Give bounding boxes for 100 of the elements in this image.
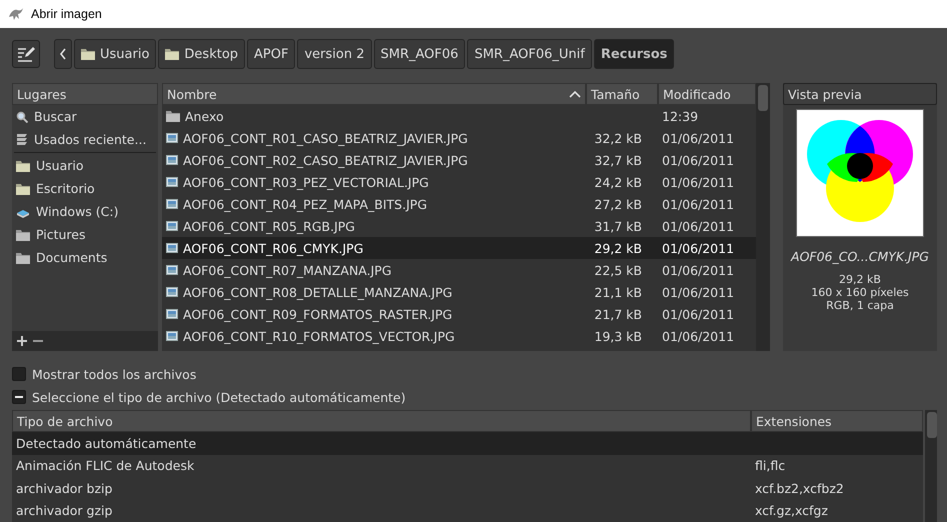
column-header[interactable]: Tipo de archivo <box>12 410 751 432</box>
file-type-row[interactable]: archivador bzip xcf.bz2,xcfbz2 <box>12 477 923 500</box>
file-size: 32,2 kB <box>594 130 642 146</box>
scrollbar[interactable] <box>925 410 937 522</box>
app-icon <box>8 7 24 21</box>
image-file-icon <box>166 331 178 341</box>
file-type-expander[interactable]: Seleccione el tipo de archivo (Detectado automáticamente) <box>12 386 937 408</box>
file-row[interactable]: AOF06_CONT_R10_FORMATOS_VECTOR.JPG 19,3 kB 01/06/2011 <box>162 325 756 347</box>
file-size: 31,7 kB <box>594 218 642 234</box>
file-name: AOF06_CONT_R10_FORMATOS_VECTOR.JPG <box>183 328 455 344</box>
file-name: AOF06_CONT_R03_PEZ_VECTORIAL.JPG <box>183 174 429 190</box>
image-file-icon <box>166 177 178 187</box>
file-name: AOF06_CONT_R06_CMYK.JPG <box>183 240 364 256</box>
folder-icon <box>16 228 30 240</box>
file-type-name: archivador bzip <box>16 480 112 496</box>
file-date: 01/06/2011 <box>662 130 734 146</box>
file-row[interactable]: AOF06_CONT_R03_PEZ_VECTORIAL.JPG 24,2 kB 01/06/2011 <box>162 171 756 193</box>
file-name: AOF06_CONT_R05_RGB.JPG <box>183 218 355 234</box>
file-row[interactable]: AOF06_CONT_R01_CASO_BEATRIZ_JAVIER.JPG 32,2 kB 01/06/2011 <box>162 127 756 149</box>
column-header[interactable]: Nombre <box>162 83 586 105</box>
column-header[interactable]: Lugares <box>12 83 158 105</box>
path-button[interactable]: APOF <box>247 39 296 69</box>
image-file-icon <box>166 243 178 253</box>
folder-icon <box>16 182 30 194</box>
file-type-row[interactable]: archivador gzip xcf.gz,xcfgz <box>12 500 923 522</box>
file-name: AOF06_CONT_R08_DETALLE_MANZANA.JPG <box>183 284 452 300</box>
file-date: 01/06/2011 <box>662 196 734 212</box>
place-item[interactable]: Pictures <box>12 223 158 246</box>
folder-icon <box>16 252 30 264</box>
edit-icon <box>17 46 35 62</box>
image-file-icon <box>166 265 178 275</box>
back-button[interactable] <box>54 39 72 69</box>
path-button[interactable]: Usuario <box>74 39 156 69</box>
folder-icon <box>81 48 95 60</box>
file-extensions: fli,flc <box>755 458 786 474</box>
file-size: 21,7 kB <box>594 306 642 322</box>
folder-icon <box>16 160 30 172</box>
file-row[interactable]: Anexo 12:39 <box>162 105 756 127</box>
file-name: Anexo <box>185 108 224 124</box>
place-item[interactable]: Usados reciente... <box>12 128 158 151</box>
file-name: AOF06_CONT_R09_FORMATOS_RASTER.JPG <box>183 306 452 322</box>
file-type-name: Detectado automáticamente <box>16 436 196 451</box>
file-date: 01/06/2011 <box>662 306 734 322</box>
search-icon <box>16 110 28 122</box>
file-date: 01/06/2011 <box>662 174 734 190</box>
file-date: 01/06/2011 <box>662 240 734 256</box>
image-file-icon <box>166 155 178 165</box>
place-item[interactable]: Usuario <box>12 154 158 177</box>
file-type-row[interactable]: Animación FLIC de Autodesk fli,flc <box>12 454 923 477</box>
file-row[interactable]: AOF06_CONT_R04_PEZ_MAPA_BITS.JPG 27,2 kB 01/06/2011 <box>162 193 756 215</box>
file-date: 01/06/2011 <box>662 284 734 300</box>
column-header[interactable]: Modificado <box>658 83 756 105</box>
folder-icon <box>166 110 180 122</box>
file-date: 12:39 <box>662 108 698 124</box>
preview-header: Vista previa <box>783 83 937 105</box>
image-file-icon <box>166 221 178 231</box>
file-row[interactable]: AOF06_CONT_R09_FORMATOS_RASTER.JPG 21,7 kB 01/06/2011 <box>162 303 756 325</box>
path-button[interactable]: Recursos <box>594 39 674 69</box>
place-item[interactable]: Buscar <box>12 105 158 128</box>
path-button[interactable]: Desktop <box>158 39 246 69</box>
file-name: AOF06_CONT_R07_MANZANA.JPG <box>183 262 392 278</box>
column-header[interactable]: Tamaño <box>586 83 658 105</box>
file-name: AOF06_CONT_R01_CASO_BEATRIZ_JAVIER.JPG <box>183 130 468 146</box>
file-extensions: xcf.bz2,xcfbz2 <box>755 480 844 496</box>
file-type-name: archivador gzip <box>16 503 112 518</box>
image-file-icon <box>166 287 178 297</box>
file-row[interactable]: AOF06_CONT_R05_RGB.JPG 31,7 kB 01/06/2011 <box>162 215 756 237</box>
path-button[interactable]: SMR_AOF06_Unif <box>467 39 592 69</box>
file-size: 19,3 kB <box>594 328 642 344</box>
file-size: 29,2 kB <box>594 240 642 256</box>
path-button[interactable]: SMR_AOF06 <box>374 39 466 69</box>
file-type-row[interactable]: Detectado automáticamente <box>12 432 923 454</box>
sort-ascending-icon <box>569 90 581 98</box>
file-row[interactable]: AOF06_CONT_R02_CASO_BEATRIZ_JAVIER.JPG 32,7 kB 01/06/2011 <box>162 149 756 171</box>
file-size: 24,2 kB <box>594 174 642 190</box>
file-date: 01/06/2011 <box>662 328 734 344</box>
file-size: 32,7 kB <box>594 152 642 168</box>
file-size: 21,1 kB <box>594 284 642 300</box>
add-icon[interactable] <box>17 336 27 346</box>
file-date: 01/06/2011 <box>662 152 734 168</box>
place-item[interactable]: Windows (C:) <box>12 200 158 223</box>
file-name: AOF06_CONT_R02_CASO_BEATRIZ_JAVIER.JPG <box>183 152 468 168</box>
scrollbar[interactable] <box>756 83 770 351</box>
folder-icon <box>165 48 180 60</box>
chevron-left-icon <box>59 48 67 60</box>
image-file-icon <box>166 199 178 209</box>
path-button[interactable]: version 2 <box>297 39 372 69</box>
file-size: 27,2 kB <box>594 196 642 212</box>
file-type-name: Animación FLIC de Autodesk <box>16 458 194 474</box>
place-item[interactable]: Escritorio <box>12 177 158 200</box>
window-title: Abrir imagen <box>31 7 102 21</box>
column-header[interactable]: Extensiones <box>751 410 923 432</box>
file-row[interactable]: AOF06_CONT_R07_MANZANA.JPG 22,5 kB 01/06/2011 <box>162 259 756 281</box>
place-item[interactable]: Documents <box>12 246 158 269</box>
show-all-checkbox[interactable]: Mostrar todos los archivos <box>12 363 937 385</box>
file-row[interactable]: AOF06_CONT_R06_CMYK.JPG 29,2 kB 01/06/2011 <box>162 237 756 259</box>
document-stack-icon <box>16 133 28 146</box>
location-edit-button[interactable] <box>12 40 40 68</box>
file-row[interactable]: AOF06_CONT_R08_DETALLE_MANZANA.JPG 21,1 kB 01/06/2011 <box>162 281 756 303</box>
image-file-icon <box>166 133 178 143</box>
